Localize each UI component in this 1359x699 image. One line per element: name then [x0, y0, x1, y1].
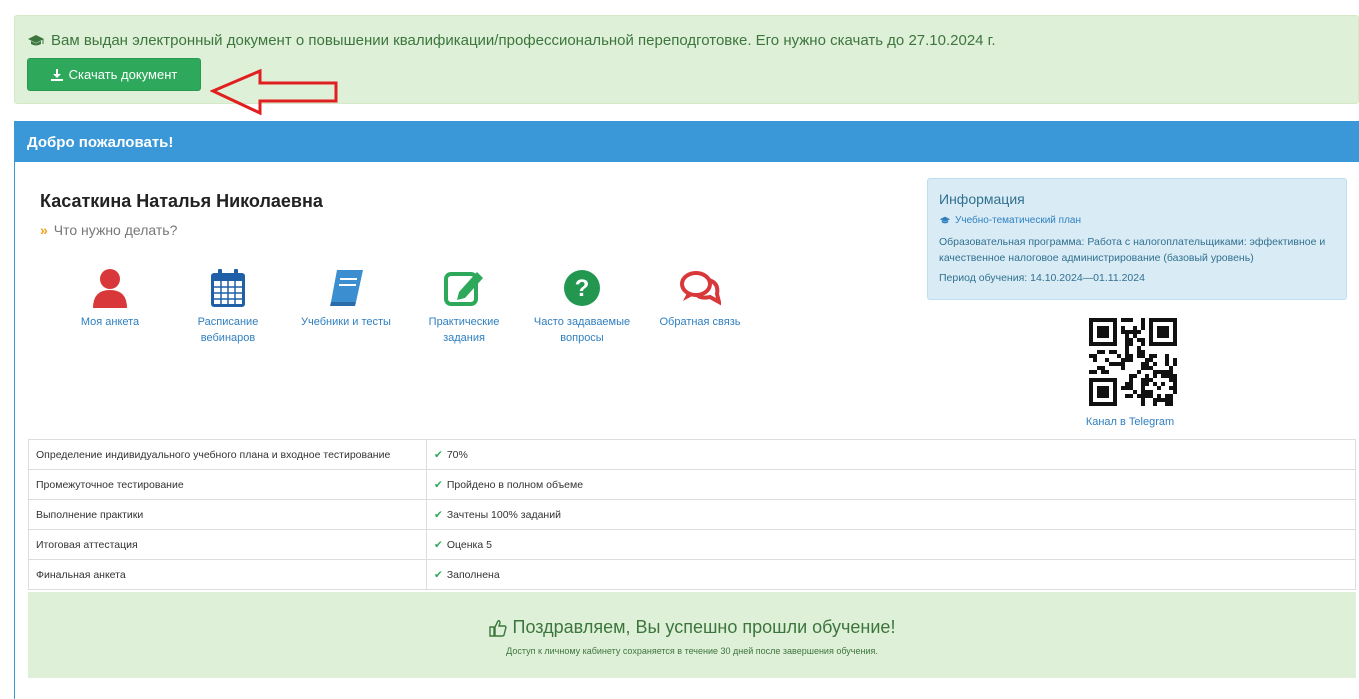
telegram-link[interactable]: Канал в Telegram: [1075, 416, 1185, 428]
status-text: 70%: [446, 448, 468, 461]
status-text: Пройдено в полном объеме: [446, 478, 584, 491]
period-text: Период обучения: 14.10.2024—01.11.2024: [939, 272, 1145, 284]
user-icon: [93, 269, 127, 308]
menu-webinar-schedule[interactable]: Расписание вебинаров: [173, 268, 283, 346]
check-icon: ✔: [434, 448, 443, 461]
table-row: Финальная анкета ✔ Заполнена: [28, 559, 1356, 590]
status-cell: ✔ Заполнена: [426, 559, 1356, 590]
table-row: Определение индивидуального учебного пла…: [28, 439, 1356, 470]
todo-label: Что нужно делать?: [53, 222, 178, 238]
menu-my-profile[interactable]: Моя анкета: [55, 268, 165, 330]
info-title: Информация: [939, 191, 1025, 207]
chat-icon: [680, 271, 721, 306]
status-cell: ✔ Пройдено в полном объеме: [426, 469, 1356, 500]
edit-icon: [444, 272, 483, 306]
graduation-cap-icon: [28, 34, 44, 45]
progress-table: Определение индивидуального учебного пла…: [28, 439, 1356, 590]
check-icon: ✔: [434, 508, 443, 521]
download-alert: Вам выдан электронный документ о повышен…: [14, 15, 1359, 116]
menu-label: Часто задаваемые вопросы: [533, 316, 631, 344]
red-arrow-annotation: [210, 69, 338, 116]
table-row: Выполнение практики ✔ Зачтены 100% задани…: [28, 499, 1356, 530]
menu-practical-tasks[interactable]: Практические задания: [409, 268, 519, 346]
menu-feedback[interactable]: Обратная связь: [645, 268, 755, 330]
congrats-title: Поздравляем, Вы успешно прошли обучение!: [512, 617, 896, 637]
menu-label: Моя анкета: [80, 316, 140, 328]
status-cell: ✔ Оценка 5: [426, 529, 1356, 560]
table-row: Итоговая аттестация ✔ Оценка 5: [28, 529, 1356, 560]
congrats-note: Доступ к личному кабинету сохраняется в …: [506, 646, 878, 656]
thumbs-up-icon: [488, 619, 507, 637]
study-plan-label: Учебно-тематический план: [955, 215, 1081, 226]
alert-text: Вам выдан электронный документ о повышен…: [51, 32, 996, 49]
book-icon: [330, 270, 363, 306]
study-plan-link[interactable]: Учебно-тематический план: [939, 215, 1335, 226]
status-text: Зачтены 100% заданий: [446, 508, 561, 521]
question-icon: ?: [564, 270, 600, 306]
chevron-right-icon: »: [40, 222, 48, 238]
check-icon: ✔: [434, 568, 443, 581]
download-icon: [50, 68, 63, 81]
step-cell: Определение индивидуального учебного пла…: [28, 439, 427, 470]
menu-label: Расписание вебинаров: [197, 316, 259, 344]
menu-label: Учебники и тесты: [301, 316, 391, 328]
user-name: Касаткина Наталья Николаевна: [40, 191, 323, 211]
info-box: Информация Учебно-тематический план Обра…: [927, 178, 1347, 300]
menu-label: Практические задания: [428, 316, 500, 344]
download-document-button[interactable]: Скачать документ: [27, 58, 201, 91]
step-cell: Промежуточное тестирование: [28, 469, 427, 500]
download-button-label: Скачать документ: [68, 67, 178, 82]
alert-message-row: Вам выдан электронный документ о повышен…: [27, 32, 996, 49]
todo-heading: » Что нужно делать?: [40, 222, 177, 238]
step-cell: Итоговая аттестация: [28, 529, 427, 560]
telegram-qr-code[interactable]: [1089, 318, 1177, 406]
svg-text:?: ?: [575, 275, 590, 302]
menu-faq[interactable]: ? Часто задаваемые вопросы: [527, 268, 637, 346]
table-row: Промежуточное тестирование ✔ Пройдено в п…: [28, 469, 1356, 500]
menu-textbooks-tests[interactable]: Учебники и тесты: [291, 268, 401, 330]
status-text: Оценка 5: [446, 538, 492, 551]
status-cell: ✔ 70%: [426, 439, 1356, 470]
step-cell: Финальная анкета: [28, 559, 427, 590]
program-text: Образовательная программа: Работа с нало…: [939, 236, 1326, 264]
status-cell: ✔ Зачтены 100% заданий: [426, 499, 1356, 530]
congratulations-box: Поздравляем, Вы успешно прошли обучение!…: [28, 592, 1356, 678]
congrats-title-row: Поздравляем, Вы успешно прошли обучение!: [28, 617, 1356, 638]
calendar-icon: [211, 269, 245, 307]
welcome-panel: Добро пожаловать! Касаткина Наталья Нико…: [14, 121, 1359, 699]
panel-title: Добро пожаловать!: [15, 121, 1359, 162]
step-cell: Выполнение практики: [28, 499, 427, 530]
check-icon: ✔: [434, 538, 443, 551]
menu-label: Обратная связь: [659, 316, 741, 328]
status-text: Заполнена: [446, 568, 500, 581]
graduation-cap-icon: [939, 216, 951, 224]
check-icon: ✔: [434, 478, 443, 491]
